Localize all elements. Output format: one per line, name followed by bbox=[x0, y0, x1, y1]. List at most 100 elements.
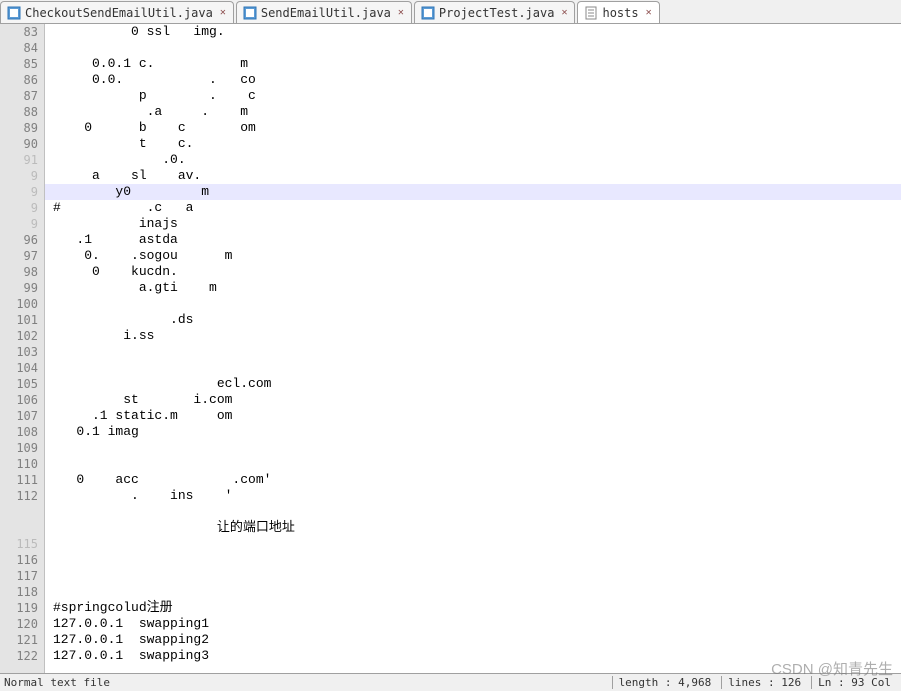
tab-label: CheckoutSendEmailUtil.java bbox=[25, 6, 213, 20]
line-number: 99 bbox=[0, 280, 38, 296]
code-line[interactable]: #springcolud注册 bbox=[45, 600, 901, 616]
code-line[interactable]: .1 astda bbox=[45, 232, 901, 248]
code-line[interactable]: 127.0.0.1 swapping2 bbox=[45, 632, 901, 648]
line-number: 91 bbox=[0, 152, 38, 168]
status-bar: Normal text file length : 4,968 lines : … bbox=[0, 673, 901, 691]
line-number: 119 bbox=[0, 600, 38, 616]
code-line[interactable]: 0.1 imag bbox=[45, 424, 901, 440]
code-line[interactable] bbox=[45, 584, 901, 600]
code-line[interactable] bbox=[45, 456, 901, 472]
tab-checkout-send-email[interactable]: CheckoutSendEmailUtil.java ✕ bbox=[0, 1, 234, 23]
java-file-icon bbox=[7, 6, 21, 20]
line-number: 98 bbox=[0, 264, 38, 280]
line-number: 9 bbox=[0, 184, 38, 200]
line-number: 89 bbox=[0, 120, 38, 136]
code-line[interactable] bbox=[45, 552, 901, 568]
code-line[interactable]: . ins ' bbox=[45, 488, 901, 504]
line-number: 9 bbox=[0, 216, 38, 232]
code-line[interactable]: y0 m bbox=[45, 184, 901, 200]
status-file-type: Normal text file bbox=[4, 676, 612, 689]
close-icon[interactable]: ✕ bbox=[395, 7, 407, 19]
java-file-icon bbox=[421, 6, 435, 20]
line-number: 117 bbox=[0, 568, 38, 584]
code-line[interactable] bbox=[45, 440, 901, 456]
code-line[interactable]: 0. .sogou m bbox=[45, 248, 901, 264]
code-line[interactable] bbox=[45, 344, 901, 360]
line-number: 107 bbox=[0, 408, 38, 424]
line-number bbox=[0, 520, 38, 536]
code-line[interactable]: 0.0.1 c. m bbox=[45, 56, 901, 72]
line-number: 102 bbox=[0, 328, 38, 344]
line-number: 84 bbox=[0, 40, 38, 56]
code-line[interactable]: st i.com bbox=[45, 392, 901, 408]
code-line[interactable]: .a . m bbox=[45, 104, 901, 120]
code-line[interactable]: .1 static.m om bbox=[45, 408, 901, 424]
tab-send-email-util[interactable]: SendEmailUtil.java ✕ bbox=[236, 1, 412, 23]
tab-project-test[interactable]: ProjectTest.java ✕ bbox=[414, 1, 576, 23]
code-line[interactable]: 0 b c om bbox=[45, 120, 901, 136]
line-number: 9 bbox=[0, 168, 38, 184]
code-line[interactable] bbox=[45, 504, 901, 520]
line-number: 100 bbox=[0, 296, 38, 312]
line-number: 108 bbox=[0, 424, 38, 440]
editor-area: 8384858687888990919999969798991001011021… bbox=[0, 24, 901, 673]
line-number: 110 bbox=[0, 456, 38, 472]
line-number: 112 bbox=[0, 488, 38, 504]
code-line[interactable]: i.ss bbox=[45, 328, 901, 344]
line-number: 120 bbox=[0, 616, 38, 632]
line-number: 115 bbox=[0, 536, 38, 552]
line-number: 83 bbox=[0, 24, 38, 40]
line-number: 122 bbox=[0, 648, 38, 664]
text-file-icon bbox=[584, 6, 598, 20]
tab-hosts[interactable]: hosts ✕ bbox=[577, 1, 659, 23]
code-line[interactable] bbox=[45, 296, 901, 312]
status-position: Ln : 93 Col bbox=[811, 676, 897, 689]
code-line[interactable]: 0 ssl img. bbox=[45, 24, 901, 40]
code-line[interactable]: a sl av. bbox=[45, 168, 901, 184]
tab-bar: CheckoutSendEmailUtil.java ✕ SendEmailUt… bbox=[0, 0, 901, 24]
line-number: 111 bbox=[0, 472, 38, 488]
code-line[interactable]: .ds bbox=[45, 312, 901, 328]
code-line[interactable]: t c. bbox=[45, 136, 901, 152]
code-line[interactable]: 0 acc .com' bbox=[45, 472, 901, 488]
status-length: length : 4,968 bbox=[612, 676, 718, 689]
code-line[interactable]: 127.0.0.1 swapping3 bbox=[45, 648, 901, 664]
tab-label: ProjectTest.java bbox=[439, 6, 555, 20]
code-line[interactable]: a.gti m bbox=[45, 280, 901, 296]
line-number: 9 bbox=[0, 200, 38, 216]
code-line[interactable] bbox=[45, 40, 901, 56]
code-line[interactable] bbox=[45, 360, 901, 376]
line-number: 121 bbox=[0, 632, 38, 648]
tab-label: hosts bbox=[602, 6, 638, 20]
line-number: 103 bbox=[0, 344, 38, 360]
code-line[interactable]: 127.0.0.1 swapping1 bbox=[45, 616, 901, 632]
line-number: 88 bbox=[0, 104, 38, 120]
code-line[interactable] bbox=[45, 536, 901, 552]
line-number: 85 bbox=[0, 56, 38, 72]
line-number: 109 bbox=[0, 440, 38, 456]
code-content[interactable]: 0 ssl img. 0.0.1 c. m 0.0. . co p . c .a… bbox=[45, 24, 901, 673]
java-file-icon bbox=[243, 6, 257, 20]
close-icon[interactable]: ✕ bbox=[558, 7, 570, 19]
code-line[interactable]: 0 kucdn. bbox=[45, 264, 901, 280]
code-line[interactable]: inajs bbox=[45, 216, 901, 232]
line-number: 87 bbox=[0, 88, 38, 104]
line-number: 105 bbox=[0, 376, 38, 392]
line-number: 104 bbox=[0, 360, 38, 376]
tab-label: SendEmailUtil.java bbox=[261, 6, 391, 20]
line-number: 101 bbox=[0, 312, 38, 328]
line-number bbox=[0, 504, 38, 520]
code-line[interactable]: 0.0. . co bbox=[45, 72, 901, 88]
code-line[interactable] bbox=[45, 568, 901, 584]
code-line[interactable]: .0. bbox=[45, 152, 901, 168]
code-line[interactable]: ecl.com bbox=[45, 376, 901, 392]
close-icon[interactable]: ✕ bbox=[217, 7, 229, 19]
code-line[interactable]: p . c bbox=[45, 88, 901, 104]
code-line[interactable]: 让的端口地址 bbox=[45, 520, 901, 536]
code-line[interactable]: # .c a bbox=[45, 200, 901, 216]
line-number: 96 bbox=[0, 232, 38, 248]
line-number: 116 bbox=[0, 552, 38, 568]
line-number: 106 bbox=[0, 392, 38, 408]
status-lines: lines : 126 bbox=[721, 676, 807, 689]
close-icon[interactable]: ✕ bbox=[643, 7, 655, 19]
